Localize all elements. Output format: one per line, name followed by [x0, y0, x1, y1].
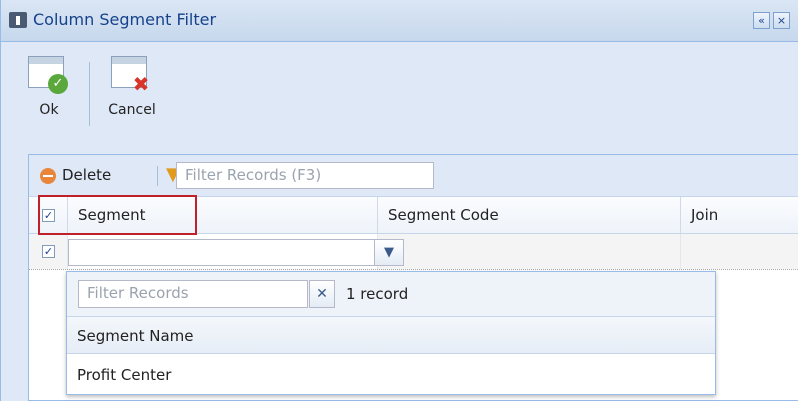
ok-button-label: Ok	[39, 102, 59, 118]
grid-toolbar: Delete ▼ Filter Records (F3)	[29, 155, 798, 197]
highlight-box	[38, 195, 197, 235]
window-check-icon: ✓	[26, 52, 72, 98]
cancel-button[interactable]: ✖ Cancel	[101, 52, 163, 118]
column-header-segment-code[interactable]: Segment Code	[378, 197, 681, 233]
segment-code-cell[interactable]	[378, 234, 681, 269]
column-segment-filter-window: Column Segment Filter « × ✓ Ok ✖ Cancel …	[0, 0, 798, 401]
window-title: Column Segment Filter	[33, 10, 217, 29]
segment-grid-panel: Delete ▼ Filter Records (F3) ✓ Segment S…	[28, 154, 798, 401]
table-row[interactable]: ✓ ▼	[29, 234, 798, 270]
row-checkbox[interactable]: ✓	[42, 245, 55, 258]
dropdown-filter-input[interactable]: Filter Records	[78, 280, 308, 308]
list-item[interactable]: Profit Center	[67, 354, 715, 394]
close-button[interactable]: ×	[773, 12, 790, 29]
delete-button[interactable]: Delete	[62, 166, 111, 184]
dropdown-column-header[interactable]: Segment Name	[67, 317, 715, 354]
window-titlebar[interactable]: Column Segment Filter « ×	[1, 0, 798, 42]
clear-filter-icon[interactable]: ✕	[309, 280, 335, 308]
segment-dropdown-list: Filter Records ✕ 1 record Segment Name P…	[66, 271, 716, 395]
chevron-down-icon[interactable]: ▼	[374, 239, 404, 266]
segment-combo-input[interactable]	[68, 239, 378, 266]
record-count: 1 record	[346, 285, 409, 303]
column-header-join[interactable]: Join	[681, 197, 798, 233]
cancel-button-label: Cancel	[108, 102, 156, 118]
grid-toolbar-separator	[157, 166, 158, 186]
minus-circle-icon[interactable]	[40, 168, 56, 184]
row-select-cell: ✓	[29, 234, 68, 269]
ok-button[interactable]: ✓ Ok	[23, 52, 75, 118]
dropdown-toolbar: Filter Records ✕ 1 record	[67, 272, 715, 317]
toolbar-separator	[89, 62, 90, 126]
collapse-button[interactable]: «	[753, 12, 770, 29]
main-toolbar: ✓ Ok ✖ Cancel	[1, 42, 798, 154]
filter-records-input[interactable]: Filter Records (F3)	[176, 162, 434, 189]
join-cell[interactable]	[681, 234, 798, 269]
window-delete-icon: ✖	[109, 52, 155, 98]
window-app-icon	[9, 12, 27, 28]
